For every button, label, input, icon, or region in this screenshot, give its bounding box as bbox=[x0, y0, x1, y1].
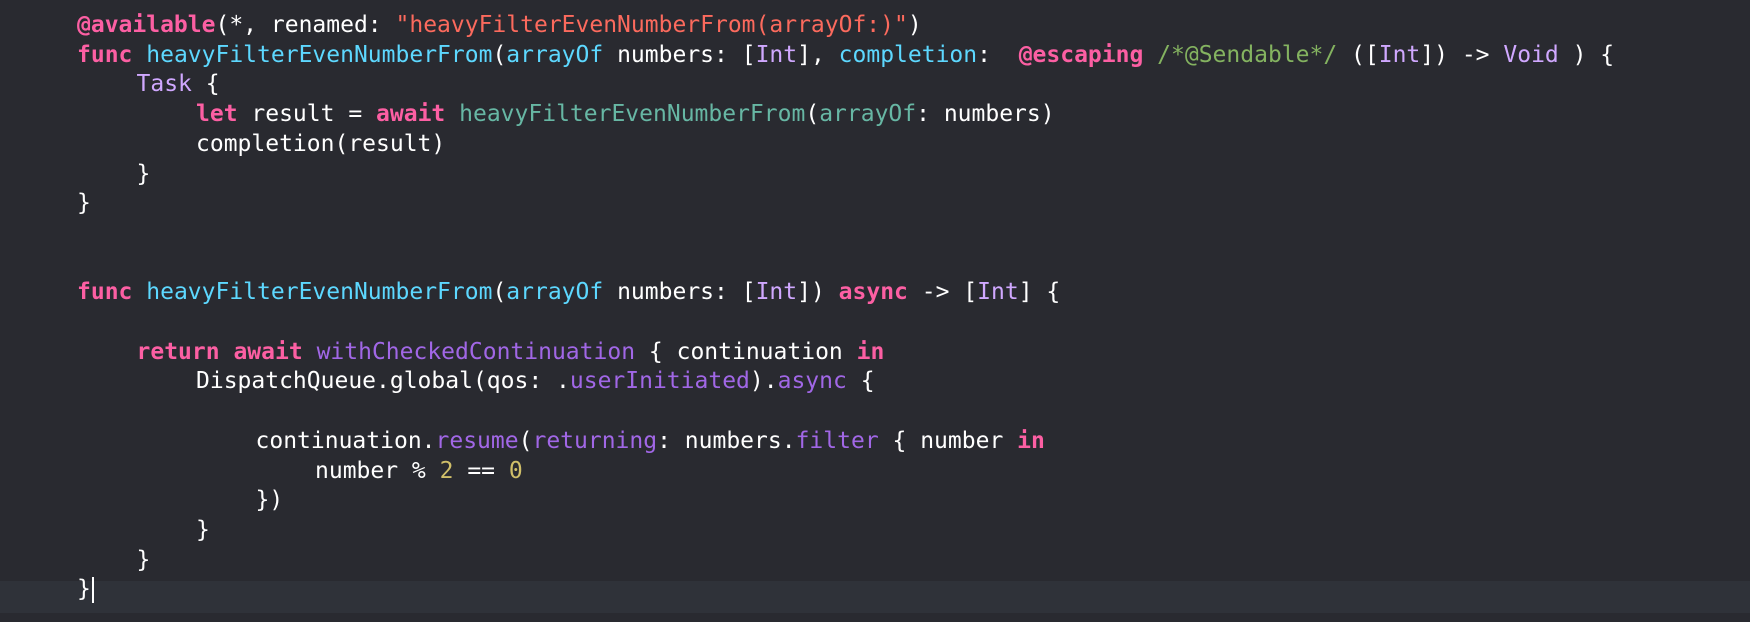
code-token-kw: let bbox=[196, 101, 238, 128]
code-token-plain: ]) -> bbox=[1420, 41, 1504, 68]
code-token-member: userInitiated bbox=[569, 368, 750, 395]
code-token-plain: } bbox=[136, 160, 151, 187]
code-token-member: filter bbox=[795, 427, 879, 454]
code-token-plain: } bbox=[77, 190, 91, 217]
text-caret bbox=[91, 576, 94, 603]
code-line[interactable]: } bbox=[196, 515, 210, 545]
code-line[interactable]: return await withCheckedContinuation { c… bbox=[137, 337, 885, 367]
code-token-plain: numbers: [ bbox=[603, 279, 756, 306]
code-token-plain: { continuation bbox=[635, 338, 857, 365]
code-token-num: 2 bbox=[439, 457, 454, 484]
code-line[interactable]: } bbox=[77, 574, 94, 604]
code-line[interactable]: number % 2 == 0 bbox=[315, 456, 523, 486]
code-token-plain: ([ bbox=[1337, 41, 1379, 68]
code-token-member: returning bbox=[532, 427, 658, 454]
code-token-plain: : numbers. bbox=[657, 427, 796, 454]
code-token-plain: { bbox=[191, 71, 220, 98]
code-token-plain: ( bbox=[805, 101, 820, 128]
code-token-plain: } bbox=[77, 576, 91, 603]
code-token-plain: ) bbox=[907, 12, 922, 38]
code-line[interactable]: func heavyFilterEvenNumberFrom(arrayOf n… bbox=[77, 277, 1060, 307]
code-token-plain: { number bbox=[878, 427, 1018, 454]
code-token-plain: ( bbox=[518, 427, 533, 454]
code-token-fnuse: heavyFilterEvenNumberFrom bbox=[459, 101, 806, 128]
code-token-member: resume bbox=[435, 427, 519, 454]
code-token-plain: == bbox=[453, 457, 509, 484]
code-token-kw: async bbox=[838, 279, 908, 306]
code-token-kw: func bbox=[77, 279, 133, 306]
code-line[interactable]: }) bbox=[256, 485, 284, 515]
code-token-plain: ) { bbox=[1558, 41, 1615, 68]
code-token-plain: : numbers) bbox=[916, 101, 1055, 128]
code-token-num: 0 bbox=[508, 457, 523, 484]
code-token-plain: -> [ bbox=[907, 279, 978, 306]
code-token-plain: DispatchQueue.global(qos: . bbox=[196, 368, 570, 395]
code-token-type: Int bbox=[977, 279, 1019, 306]
code-token-plain: : bbox=[977, 41, 1019, 68]
code-token-plain: ). bbox=[749, 368, 778, 395]
code-line[interactable]: completion(result) bbox=[196, 129, 445, 159]
code-line[interactable]: DispatchQueue.global(qos: .userInitiated… bbox=[196, 366, 875, 396]
code-token-kw: await bbox=[233, 338, 303, 365]
code-token-type: Task bbox=[136, 71, 192, 98]
code-token-plain: number % bbox=[315, 457, 440, 484]
code-token-plain: continuation. bbox=[255, 427, 436, 454]
code-token-fn: heavyFilterEvenNumberFrom bbox=[146, 41, 493, 68]
code-token-plain: ] { bbox=[1018, 279, 1061, 306]
code-token-attr: @escaping bbox=[1018, 41, 1144, 68]
code-token-plain: completion(result) bbox=[196, 130, 446, 157]
code-token-plain: } bbox=[196, 516, 210, 543]
code-token-type: Int bbox=[755, 41, 798, 68]
code-token-fnuse: arrayOf bbox=[819, 101, 917, 128]
code-line[interactable]: Task { bbox=[137, 69, 220, 99]
code-token-sys: withCheckedContinuation bbox=[316, 338, 636, 365]
code-token-kw: in bbox=[856, 338, 885, 365]
code-token-type: Void bbox=[1503, 41, 1559, 68]
code-line[interactable]: continuation.resume(returning: numbers.f… bbox=[256, 426, 1045, 456]
code-token-fn: heavyFilterEvenNumberFrom bbox=[146, 279, 493, 306]
code-token-plain: ]) bbox=[797, 279, 839, 306]
code-token-member: async bbox=[777, 368, 847, 395]
code-token-cmt: /*@Sendable*/ bbox=[1157, 41, 1338, 68]
code-line[interactable]: let result = await heavyFilterEvenNumber… bbox=[196, 99, 1055, 129]
code-token-type: Int bbox=[755, 279, 798, 306]
code-token-plain: (*, renamed: bbox=[215, 12, 396, 38]
code-token-plain: { bbox=[846, 368, 875, 395]
code-token-param: arrayOf bbox=[506, 41, 604, 68]
code-editor[interactable]: @available(*, renamed: "heavyFilterEvenN… bbox=[0, 0, 1750, 622]
current-line-highlight bbox=[0, 581, 1750, 613]
code-line[interactable]: func heavyFilterEvenNumberFrom(arrayOf n… bbox=[77, 40, 1614, 70]
code-token-kw: func bbox=[77, 41, 133, 68]
code-line[interactable]: } bbox=[77, 188, 91, 218]
code-token-attr: @available bbox=[77, 12, 216, 38]
code-token-plain: ( bbox=[492, 41, 507, 68]
code-token-str: "heavyFilterEvenNumberFrom(arrayOf:)" bbox=[395, 12, 908, 38]
code-token-kw: await bbox=[376, 101, 446, 128]
code-token-plain: } bbox=[136, 546, 151, 573]
code-token-plain: result = bbox=[237, 101, 377, 128]
code-token-plain: ( bbox=[492, 279, 507, 306]
code-token-plain: }) bbox=[255, 487, 284, 514]
code-line[interactable]: @available(*, renamed: "heavyFilterEvenN… bbox=[77, 10, 922, 40]
code-token-kw: in bbox=[1017, 427, 1045, 454]
code-line[interactable]: } bbox=[137, 545, 151, 575]
code-token-kw: return bbox=[136, 338, 220, 365]
code-line[interactable]: } bbox=[137, 159, 151, 189]
code-token-param: arrayOf bbox=[506, 279, 604, 306]
code-token-type: Int bbox=[1378, 41, 1421, 68]
code-token-plain: ], bbox=[797, 41, 839, 68]
code-token-param: completion bbox=[838, 41, 978, 68]
code-token-plain: numbers: [ bbox=[603, 41, 756, 68]
